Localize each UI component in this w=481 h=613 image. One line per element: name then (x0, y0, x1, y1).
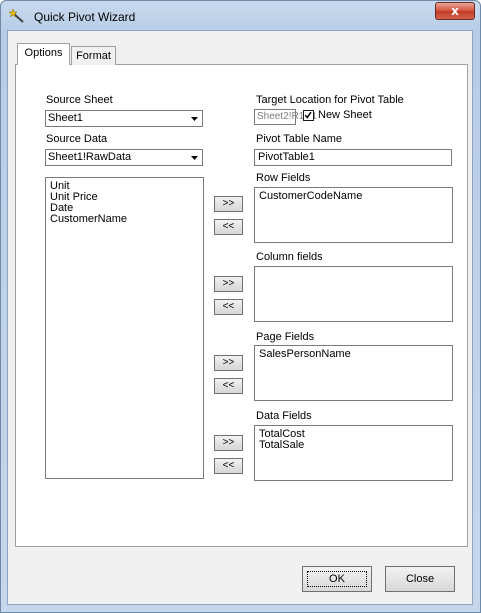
window-title: Quick Pivot Wizard (34, 10, 136, 24)
source-sheet-value: Sheet1 (48, 112, 83, 124)
target-location-label: Target Location for Pivot Table (256, 94, 404, 106)
page-fields-label: Page Fields (256, 331, 315, 343)
add-row-field-button[interactable]: >> (214, 196, 243, 212)
data-fields-list[interactable]: TotalCost TotalSale (254, 425, 453, 481)
new-sheet-label[interactable]: New Sheet (318, 109, 372, 121)
remove-column-field-button[interactable]: << (214, 299, 243, 315)
remove-page-field-button[interactable]: << (214, 378, 243, 394)
title-bar[interactable]: Quick Pivot Wizard x (1, 1, 480, 31)
row-fields-list[interactable]: CustomerCodeName (254, 187, 453, 243)
source-data-value: Sheet1!RawData (48, 151, 132, 163)
new-sheet-checkbox[interactable] (303, 110, 314, 121)
chevron-down-icon (191, 117, 198, 121)
column-fields-list[interactable] (254, 266, 453, 322)
list-item[interactable]: CustomerName (50, 214, 127, 225)
list-item[interactable]: TotalSale (259, 440, 304, 451)
close-button[interactable]: Close (385, 566, 455, 592)
tab-options[interactable]: Options (17, 43, 70, 65)
pivot-table-name-input[interactable]: PivotTable1 (254, 149, 452, 166)
page-fields-list[interactable]: SalesPersonName (254, 345, 453, 401)
available-fields-list[interactable]: Unit Unit Price Date CustomerName (45, 177, 204, 479)
add-page-field-button[interactable]: >> (214, 355, 243, 371)
tab-format[interactable]: Format (71, 46, 116, 65)
remove-row-field-button[interactable]: << (214, 219, 243, 235)
remove-data-field-button[interactable]: << (214, 458, 243, 474)
source-sheet-label: Source Sheet (46, 94, 113, 106)
checkmark-icon (304, 111, 312, 119)
list-item[interactable]: SalesPersonName (259, 349, 351, 360)
column-fields-label: Column fields (256, 251, 323, 263)
pivot-table-name-value: PivotTable1 (258, 151, 315, 163)
source-data-label: Source Data (46, 133, 108, 145)
target-location-input: Sheet2!R1C1 (254, 109, 317, 125)
chevron-down-icon (191, 156, 198, 160)
wand-icon (9, 9, 24, 23)
source-data-dropdown[interactable]: Sheet1!RawData (45, 149, 203, 166)
row-fields-label: Row Fields (256, 172, 311, 184)
list-item[interactable]: CustomerCodeName (259, 191, 362, 202)
data-fields-label: Data Fields (256, 410, 312, 422)
source-sheet-dropdown[interactable]: Sheet1 (45, 110, 203, 127)
add-column-field-button[interactable]: >> (214, 276, 243, 292)
pivot-table-name-label: Pivot Table Name (256, 133, 343, 145)
close-icon: x (451, 4, 459, 18)
add-data-field-button[interactable]: >> (214, 435, 243, 451)
ok-button[interactable]: OK (302, 566, 372, 592)
window-close-button[interactable]: x (435, 2, 475, 20)
focus-rect (307, 571, 367, 587)
